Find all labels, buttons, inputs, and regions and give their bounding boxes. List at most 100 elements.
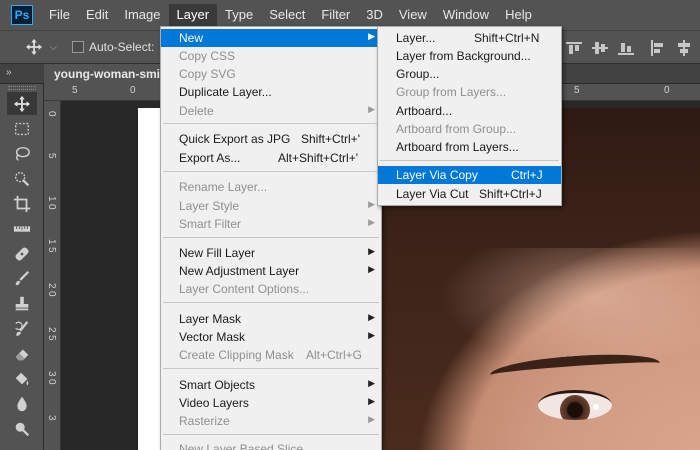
menu-item-layer-via-copy[interactable]: Layer Via Copy Ctrl+J	[378, 166, 561, 184]
menu-item-artboard-from-layers[interactable]: Artboard from Layers...	[378, 138, 561, 156]
menu-item-rename-layer[interactable]: Rename Layer...	[161, 178, 381, 196]
menu-item-export-as[interactable]: Export As... Alt+Shift+Ctrl+'	[161, 149, 381, 167]
move-tool-icon[interactable]	[7, 92, 37, 115]
menu-item-smart-objects[interactable]: Smart Objects ▶	[161, 376, 381, 394]
menu-item-label: Quick Export as JPG	[179, 132, 291, 146]
menu-item-shortcut: Shift+Ctrl+'	[301, 132, 360, 146]
tools-panel	[0, 84, 44, 450]
collapse-panel-icon[interactable]: »	[6, 67, 12, 78]
menu-item-shortcut: Ctrl+J	[511, 168, 543, 182]
marquee-tool-icon[interactable]	[7, 117, 37, 140]
clone-stamp-tool-icon[interactable]	[7, 292, 37, 315]
menu-item-label: Group...	[396, 67, 440, 81]
menu-item-group[interactable]: Group...	[378, 65, 561, 83]
menu-item-label: Video Layers	[179, 396, 249, 410]
align-vertical-center-icon[interactable]	[592, 40, 608, 56]
menu-item-artboard-from-group[interactable]: Artboard from Group...	[378, 120, 561, 138]
menu-select[interactable]: Select	[261, 4, 313, 26]
menu-filter[interactable]: Filter	[313, 4, 358, 26]
menu-item-artboard[interactable]: Artboard...	[378, 102, 561, 120]
menu-item-layer-content-options[interactable]: Layer Content Options...	[161, 280, 381, 298]
align-bottom-icon[interactable]	[618, 40, 634, 56]
menu-item-vector-mask[interactable]: Vector Mask ▶	[161, 328, 381, 346]
menu-item-smart-filter[interactable]: Smart Filter ▶	[161, 215, 381, 233]
menu-item-layer-via-cut[interactable]: Layer Via Cut Shift+Ctrl+J	[378, 185, 561, 203]
healing-brush-tool-icon[interactable]	[7, 242, 37, 265]
menu-item-new-adjustment-layer[interactable]: New Adjustment Layer ▶	[161, 262, 381, 280]
tool-preset-chevron-icon[interactable]: ⌵	[50, 42, 62, 53]
menu-item-label: Layer from Background...	[396, 49, 531, 63]
menu-item-video-layers[interactable]: Video Layers ▶	[161, 394, 381, 412]
menu-item-label: Rename Layer...	[179, 180, 268, 194]
menu-separator	[163, 123, 379, 124]
submenu-arrow-icon: ▶	[368, 330, 375, 340]
submenu-arrow-icon: ▶	[368, 199, 375, 209]
ruler-label: 5	[46, 247, 57, 253]
menu-item-layer-mask[interactable]: Layer Mask ▶	[161, 310, 381, 328]
menu-item-label: Artboard from Layers...	[396, 140, 519, 154]
menu-type[interactable]: Type	[217, 4, 261, 26]
menu-item-new[interactable]: New ▶	[161, 29, 381, 47]
menu-layer[interactable]: Layer	[168, 4, 218, 26]
menu-separator	[163, 171, 379, 172]
menu-help[interactable]: Help	[497, 4, 540, 26]
menu-window[interactable]: Window	[435, 4, 497, 26]
align-left-icon[interactable]	[650, 40, 666, 56]
menu-item-label: Rasterize	[179, 414, 230, 428]
menu-item-shortcut: Alt+Ctrl+G	[306, 348, 363, 362]
menu-3d[interactable]: 3D	[358, 4, 391, 26]
menu-item-label: New Adjustment Layer	[179, 264, 300, 278]
align-top-icon[interactable]	[566, 40, 582, 56]
history-brush-tool-icon[interactable]	[7, 317, 37, 340]
align-horizontal-center-icon[interactable]	[676, 40, 692, 56]
menu-item-layer-from-background[interactable]: Layer from Background...	[378, 47, 561, 65]
ruler-label: 3	[46, 415, 57, 421]
menu-item-copy-css[interactable]: Copy CSS	[161, 47, 381, 65]
eraser-tool-icon[interactable]	[7, 342, 37, 365]
menu-edit[interactable]: Edit	[78, 4, 116, 26]
menu-item-quick-export[interactable]: Quick Export as JPG Shift+Ctrl+'	[161, 130, 381, 148]
move-tool-icon[interactable]	[24, 37, 44, 57]
ruler-label: 0	[46, 111, 57, 117]
paint-bucket-tool-icon[interactable]	[7, 367, 37, 390]
menu-item-layer[interactable]: Layer... Shift+Ctrl+N	[378, 29, 561, 47]
menu-image[interactable]: Image	[116, 4, 168, 26]
photoshop-logo-icon: Ps	[11, 5, 33, 25]
menu-item-rasterize[interactable]: Rasterize ▶	[161, 412, 381, 430]
vertical-ruler: 0 5 1 0 1 5 2 0 2 5 3 0 3	[44, 101, 61, 450]
document-tab[interactable]: young-woman-smili	[44, 64, 164, 84]
ruler-label: 0	[46, 379, 57, 385]
menu-item-label: Smart Objects	[179, 378, 256, 392]
panel-grip[interactable]	[8, 86, 36, 90]
menu-item-shortcut: Shift+Ctrl+N	[474, 31, 540, 45]
autoselect-checkbox[interactable]	[72, 41, 84, 53]
quick-selection-tool-icon[interactable]	[7, 167, 37, 190]
layer-menu-dropdown: New ▶ Copy CSS Copy SVG Duplicate Layer.…	[160, 26, 382, 450]
dodge-tool-icon[interactable]	[7, 417, 37, 440]
ruler-label: 0	[130, 85, 136, 96]
menu-item-shortcut: Alt+Shift+Ctrl+'	[278, 151, 358, 165]
crop-tool-icon[interactable]	[7, 192, 37, 215]
menu-item-duplicate-layer[interactable]: Duplicate Layer...	[161, 83, 381, 101]
menu-item-label: Layer...	[396, 31, 436, 45]
menu-item-group-from-layers[interactable]: Group from Layers...	[378, 83, 561, 101]
menu-view[interactable]: View	[391, 4, 435, 26]
photo-catchlight	[593, 404, 599, 410]
menu-item-create-clipping-mask[interactable]: Create Clipping Mask Alt+Ctrl+G	[161, 346, 381, 364]
menu-item-label: Layer Via Cut	[396, 187, 469, 201]
brush-tool-icon[interactable]	[7, 267, 37, 290]
ruler-tool-icon[interactable]	[7, 217, 37, 240]
submenu-arrow-icon: ▶	[368, 31, 375, 41]
lasso-tool-icon[interactable]	[7, 142, 37, 165]
autoselect-label: Auto-Select:	[89, 40, 155, 54]
menu-file[interactable]: File	[41, 4, 78, 26]
menu-item-delete[interactable]: Delete ▶	[161, 102, 381, 120]
menu-item-layer-style[interactable]: Layer Style ▶	[161, 197, 381, 215]
blur-tool-icon[interactable]	[7, 392, 37, 415]
menu-item-new-fill-layer[interactable]: New Fill Layer ▶	[161, 244, 381, 262]
menu-item-copy-svg[interactable]: Copy SVG	[161, 65, 381, 83]
menu-item-new-layer-based-slice[interactable]: New Layer Based Slice	[161, 440, 381, 450]
menu-item-label: Layer Mask	[179, 312, 242, 326]
photoshop-window: Ps File Edit Image Layer Type Select Fil…	[0, 0, 700, 450]
ruler-label: 0	[46, 204, 57, 210]
